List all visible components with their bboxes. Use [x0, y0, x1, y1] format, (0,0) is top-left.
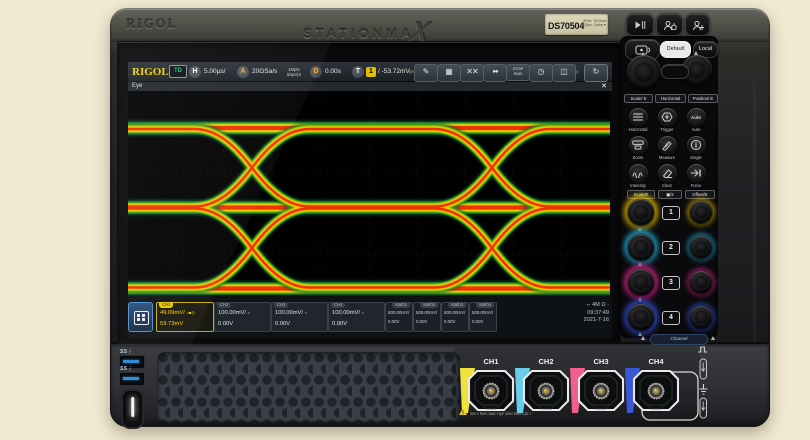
svg-text:CH3: CH3 [593, 357, 608, 366]
svg-text:CH2: CH2 [538, 357, 553, 366]
svg-text:CH4: CH4 [648, 357, 664, 366]
svg-text:300 V RMS 1MΩ 17pF 300V RMS: 300 V RMS 1MΩ 17pF 300V RMS CAT I [470, 412, 531, 416]
svg-text:CH1: CH1 [483, 357, 498, 366]
